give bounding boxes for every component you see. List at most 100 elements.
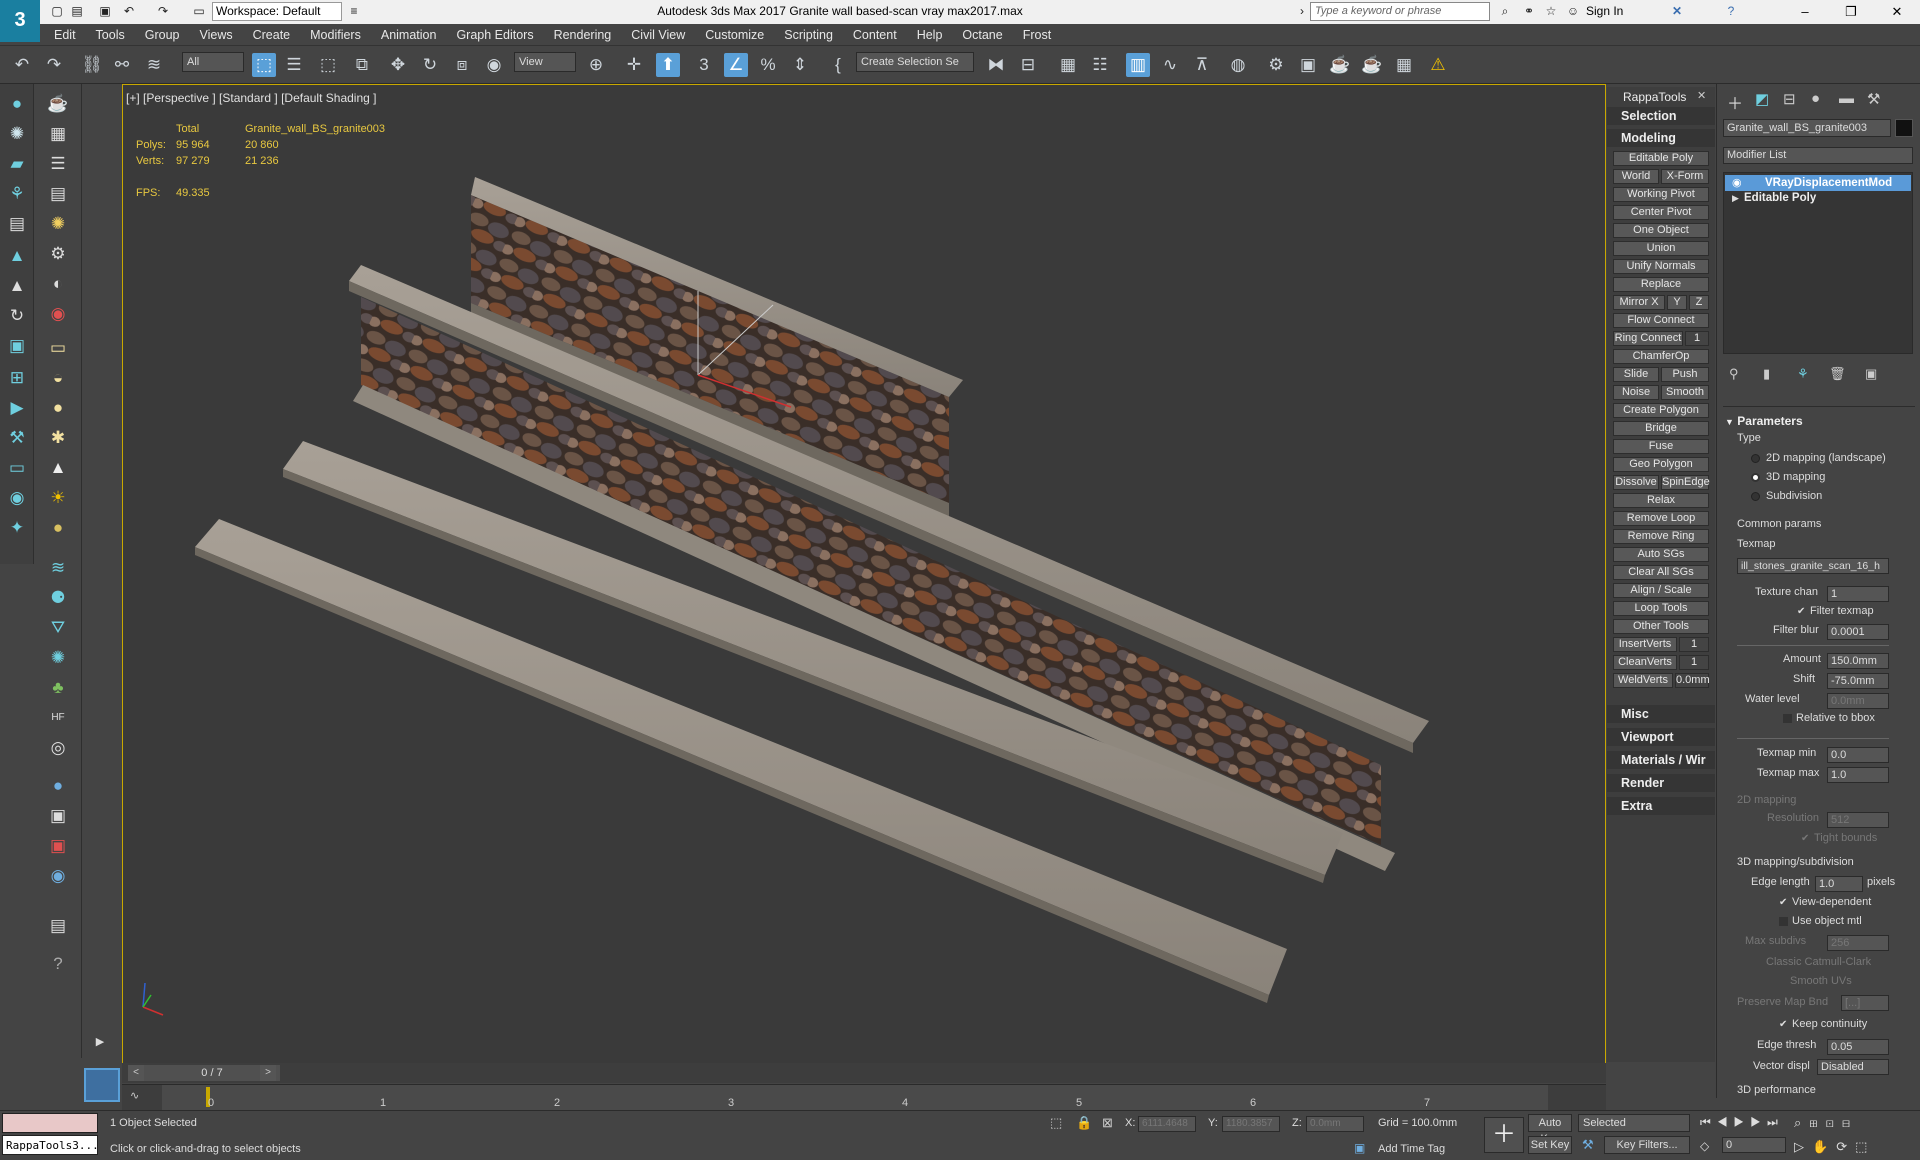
resolution-spinner[interactable]: 512 (1827, 812, 1889, 828)
menu-help[interactable]: Help (907, 24, 953, 46)
camera-settings-icon[interactable]: ⚙ (46, 242, 70, 266)
scale-icon[interactable]: ⧈ (450, 53, 474, 77)
hierarchy-tab-icon[interactable]: ⊟ (1783, 90, 1796, 108)
pin-stack-icon[interactable]: ⚲ (1729, 366, 1739, 382)
editable-poly-button[interactable]: Editable Poly (1613, 151, 1709, 166)
texmap-max-spinner[interactable]: 1.0 (1827, 767, 1889, 783)
checkbox-box[interactable] (1753, 958, 1762, 967)
schematic-view-icon[interactable]: ⊼ (1190, 53, 1214, 77)
viewport-label[interactable]: [+] [Perspective ] [Standard ] [Default … (126, 91, 376, 105)
section-selection[interactable]: Selection (1607, 107, 1715, 125)
exchange-apps-icon[interactable]: ✕ (1668, 2, 1686, 20)
track-area[interactable]: 0 1 2 3 4 5 6 7 (162, 1085, 1548, 1111)
fur-icon[interactable]: ≋ (46, 556, 70, 580)
rendered-frame-window-icon[interactable]: ▣ (1296, 53, 1320, 77)
minimize-icon[interactable]: – (1782, 0, 1828, 24)
percent-snap-icon[interactable]: % (756, 53, 780, 77)
isolate-selection-icon[interactable]: ⬚ (1050, 1115, 1062, 1131)
weldverts-spinner[interactable]: 0.0mm (1675, 673, 1710, 688)
menu-group[interactable]: Group (135, 24, 190, 46)
menu-octane[interactable]: Octane (952, 24, 1012, 46)
set-key-plus-icon[interactable]: ＋ (1484, 1117, 1524, 1153)
clear-all-sgs-button[interactable]: Clear All SGs (1613, 565, 1709, 580)
place-icon[interactable]: ◉ (482, 53, 506, 77)
menu-civil-view[interactable]: Civil View (621, 24, 695, 46)
union-button[interactable]: Union (1613, 241, 1709, 256)
stack-item-editable-poly[interactable]: Editable Poly (1744, 192, 1816, 204)
light-icon[interactable]: ● (5, 92, 29, 116)
add-time-tag[interactable]: Add Time Tag (1378, 1143, 1445, 1155)
communication-icon[interactable]: ⚭ (1520, 2, 1538, 20)
save-icon[interactable]: ▣ (96, 2, 114, 20)
mini-listener-toggle[interactable] (84, 1068, 120, 1102)
book-icon[interactable]: ▤ (5, 212, 29, 236)
vector-displ-dropdown[interactable]: Disabled (1817, 1059, 1889, 1075)
reference-coordinate-dropdown[interactable]: View (514, 52, 576, 72)
ribbon-toggle-icon[interactable]: ▥ (1126, 53, 1150, 77)
next-frame-icon[interactable]: ▶ (1750, 1115, 1767, 1129)
curve-editor-icon[interactable]: ∿ (130, 1089, 139, 1102)
redo-icon[interactable]: ↷ (154, 2, 172, 20)
pyramid-icon[interactable]: ▲ (5, 274, 29, 298)
mirror-y-button[interactable]: Y (1667, 295, 1687, 310)
chevron-right-icon[interactable]: › (1293, 2, 1311, 20)
menu-modifiers[interactable]: Modifiers (300, 24, 371, 46)
snaps-toggle-icon[interactable]: 3 (692, 53, 716, 77)
move-icon[interactable]: ✥ (386, 53, 410, 77)
rotate-icon[interactable]: ↻ (418, 53, 442, 77)
noise-button[interactable]: Noise (1613, 385, 1659, 400)
parameters-rollout-title[interactable]: ▼ Parameters (1725, 414, 1803, 428)
unlink-icon[interactable]: ⚯ (110, 53, 134, 77)
radio-button[interactable] (1751, 453, 1760, 463)
amount-spinner[interactable]: 150.0mm (1827, 653, 1889, 669)
camera-icon[interactable]: ▰ (5, 152, 29, 176)
clipper-icon[interactable]: ◎ (46, 736, 70, 760)
sun-icon[interactable]: ☀ (46, 486, 70, 510)
project-folder-icon[interactable]: ▭ (190, 2, 208, 20)
section-materials[interactable]: Materials / Wir (1607, 751, 1715, 769)
menu-tools[interactable]: Tools (86, 24, 135, 46)
ring-connect-spinner[interactable]: 1 (1685, 331, 1709, 346)
named-selection-set-dropdown[interactable]: Create Selection Se (856, 52, 974, 72)
display-tab-icon[interactable]: ▬ (1839, 90, 1854, 107)
menu-graph-editors[interactable]: Graph Editors (446, 24, 543, 46)
user-icon[interactable]: ☺ (1564, 2, 1582, 20)
type-2d-mapping-radio[interactable]: 2D mapping (landscape) (1751, 452, 1886, 464)
vray-render-icon[interactable]: ◉ (46, 302, 70, 326)
open-file-icon[interactable]: ▤ (68, 2, 86, 20)
weldverts-button[interactable]: WeldVerts (1613, 673, 1673, 688)
one-object-button[interactable]: One Object (1613, 223, 1709, 238)
modifier-list-dropdown[interactable]: Modifier List (1723, 147, 1913, 164)
mirror-x-button[interactable]: Mirror X (1613, 295, 1665, 310)
maximize-viewport-icon[interactable]: ⬚ (1855, 1139, 1875, 1154)
mirror-icon[interactable]: ⧓ (984, 53, 1008, 77)
section-misc[interactable]: Misc (1607, 705, 1715, 723)
relative-to-bbox-checkbox[interactable]: Relative to bbox (1783, 712, 1875, 724)
vray-toggle-icon[interactable]: ◉ (46, 864, 70, 888)
checkbox-box[interactable] (1779, 916, 1788, 926)
check-icon[interactable]: ✔ (1797, 606, 1806, 616)
menu-frost[interactable]: Frost (1013, 24, 1061, 46)
type-3d-mapping-radio[interactable]: 3D mapping (1751, 471, 1825, 483)
remove-ring-button[interactable]: Remove Ring (1613, 529, 1709, 544)
cleanverts-button[interactable]: CleanVerts (1613, 655, 1677, 670)
angle-snap-icon[interactable]: ∠ (724, 53, 748, 77)
smooth-uvs-checkbox[interactable]: Smooth UVs (1777, 975, 1852, 987)
texmap-min-spinner[interactable]: 0.0 (1827, 747, 1889, 763)
configure-modifier-sets-icon[interactable]: ▣ (1865, 366, 1877, 382)
link-icon[interactable]: ⛓ (80, 53, 104, 77)
stack-item-vray-displacement[interactable]: VRayDisplacementMod (1725, 175, 1911, 191)
spinner-snap-icon[interactable]: ⇕ (788, 53, 812, 77)
select-manipulate-icon[interactable]: ✛ (622, 53, 646, 77)
sign-in-link[interactable]: Sign In (1586, 4, 1623, 18)
grid-icon[interactable]: ⊞ (5, 366, 29, 390)
auto-sgs-button[interactable]: Auto SGs (1613, 547, 1709, 562)
use-object-mtl-checkbox[interactable]: Use object mtl (1779, 915, 1862, 927)
select-object-icon[interactable]: ⬚ (252, 53, 276, 77)
sphere-object-icon[interactable]: ✺ (46, 646, 70, 670)
film-icon[interactable]: ▶ (5, 396, 29, 420)
absolute-mode-icon[interactable]: ⊠ (1102, 1115, 1113, 1131)
radio-button[interactable] (1751, 491, 1760, 501)
render-setup-icon[interactable]: ⚙ (1264, 53, 1288, 77)
texture-chan-spinner[interactable]: 1 (1827, 586, 1889, 602)
